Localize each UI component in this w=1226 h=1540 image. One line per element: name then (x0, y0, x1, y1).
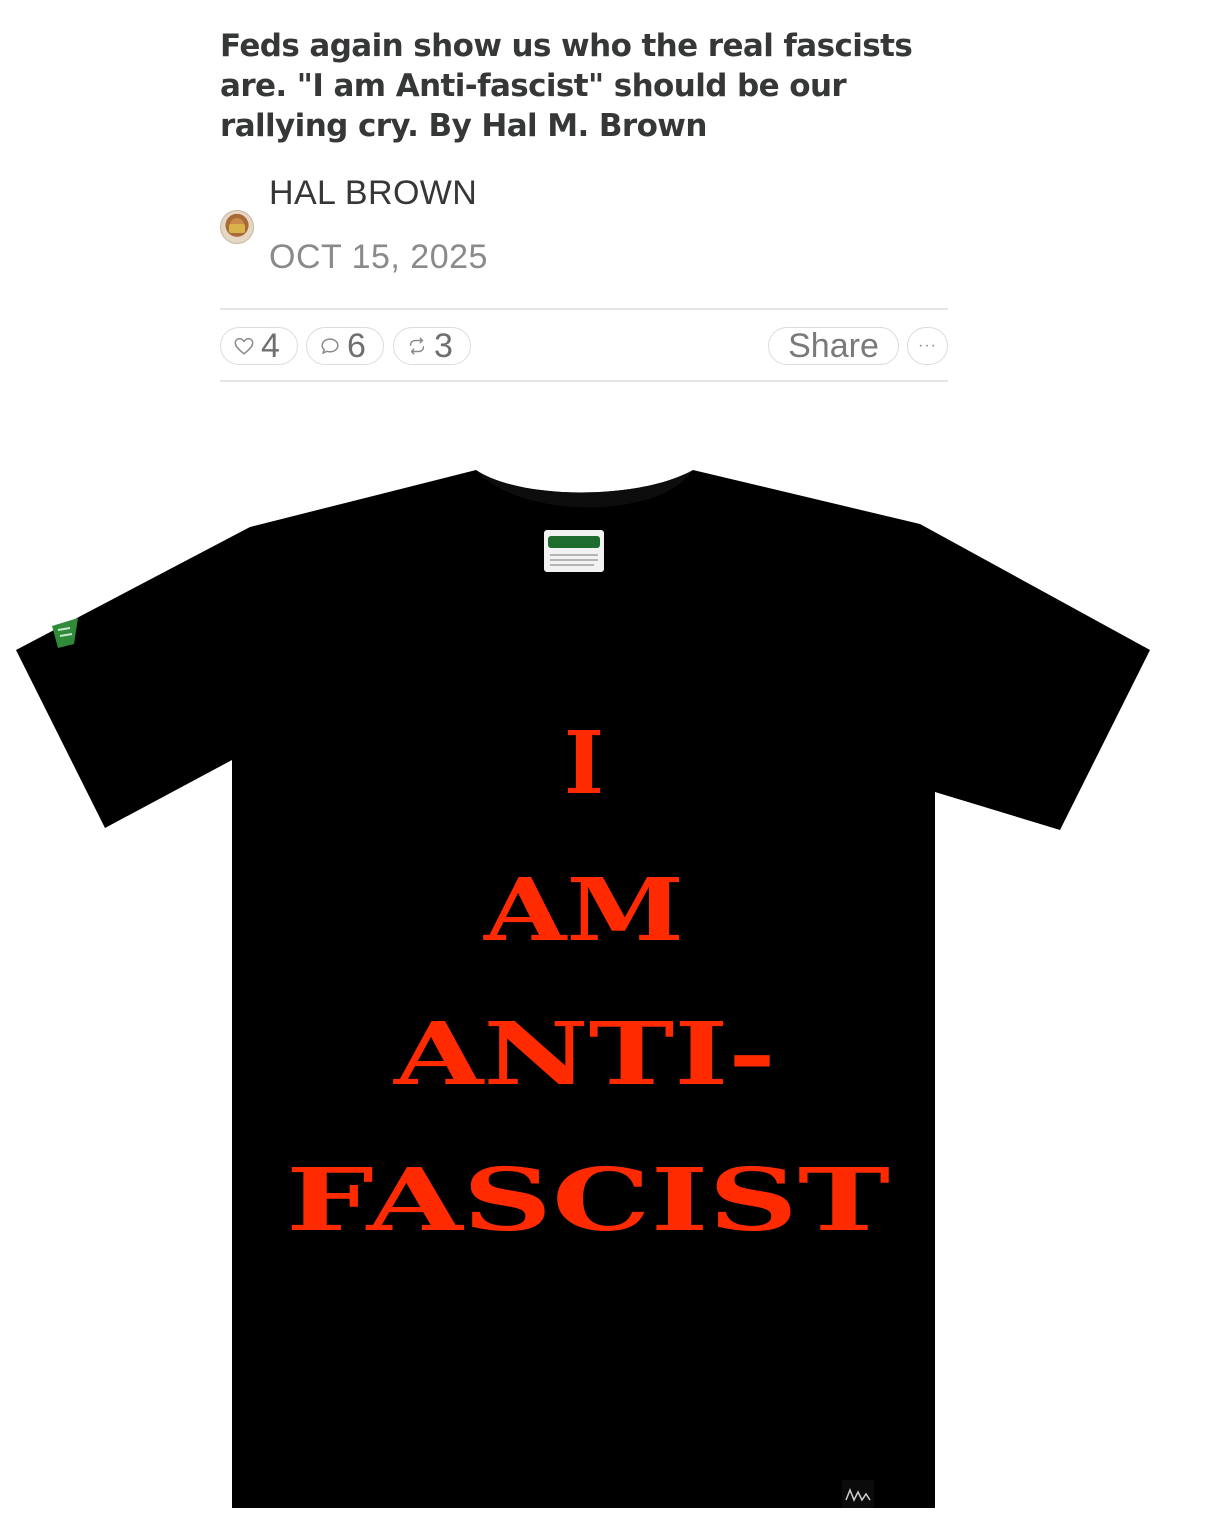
post-image[interactable]: I AM ANTI- FASCIST (0, 400, 1226, 1515)
share-button[interactable]: Share (768, 327, 899, 365)
like-button[interactable]: 4 (220, 327, 298, 365)
post-date: OCT 15, 2025 (269, 238, 488, 276)
ellipsis-icon: ··· (918, 337, 937, 354)
byline: HAL BROWN OCT 15, 2025 (220, 172, 948, 292)
restack-icon (406, 335, 428, 357)
shirt-text-line-1: I (564, 713, 604, 814)
article-header: Feds again show us who the real fascists… (220, 26, 948, 146)
shirt-text-line-3: ANTI- (393, 1004, 776, 1105)
author-name[interactable]: HAL BROWN (269, 174, 477, 213)
heart-icon (233, 335, 255, 357)
t-shirt-shape (16, 470, 1150, 1508)
t-shirt-illustration: I AM ANTI- FASCIST (16, 470, 1150, 1508)
post-action-bar: 4 6 3 Share ··· (220, 308, 948, 382)
more-options-button[interactable]: ··· (907, 327, 948, 365)
shirt-text-line-2: AM (483, 860, 684, 961)
hem-tag (842, 1480, 874, 1508)
comment-count: 6 (347, 326, 366, 365)
author-avatar[interactable] (220, 210, 254, 244)
restack-button[interactable]: 3 (393, 327, 471, 365)
shirt-text-line-4: FASCIST (286, 1150, 890, 1251)
comment-button[interactable]: 6 (306, 327, 384, 365)
collar-label (544, 530, 604, 572)
comment-icon (319, 335, 341, 357)
post-title[interactable]: Feds again show us who the real fascists… (220, 26, 948, 146)
like-count: 4 (261, 326, 280, 365)
restack-count: 3 (434, 326, 453, 365)
